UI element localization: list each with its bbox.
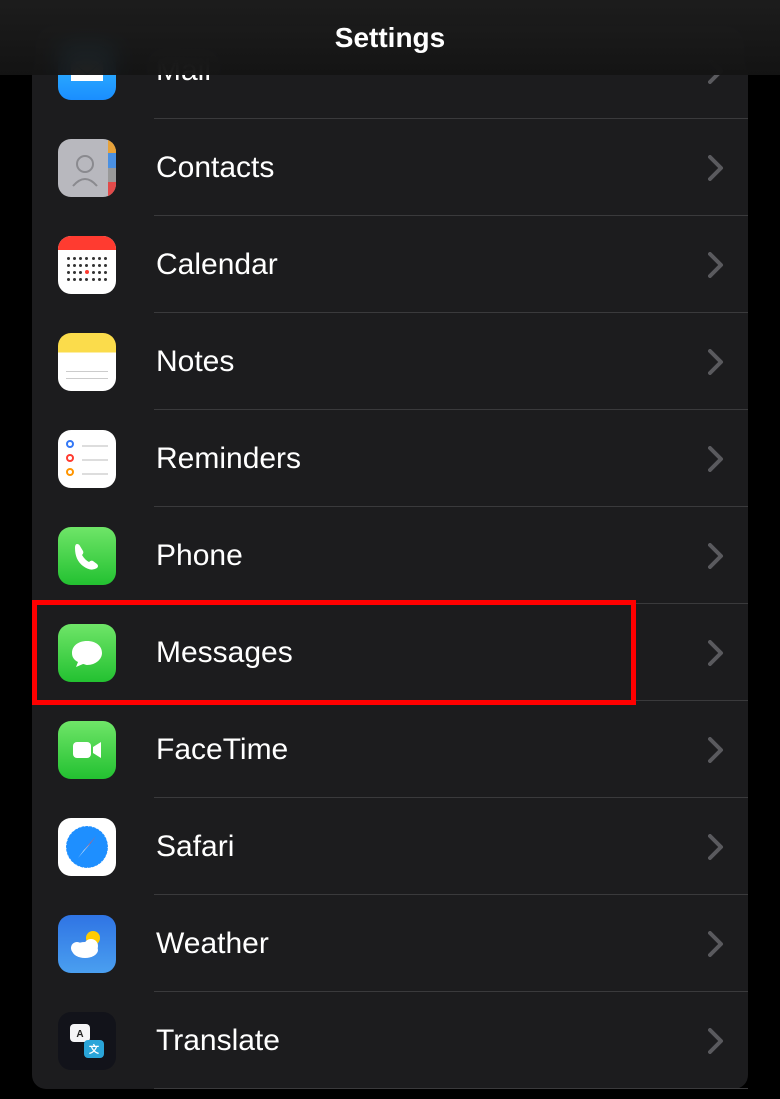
settings-row-messages[interactable]: Messages [32,604,748,701]
settings-row-safari[interactable]: Safari [32,798,748,895]
settings-row-weather[interactable]: Weather [32,895,748,992]
svg-text:文: 文 [89,1043,100,1056]
svg-text:A: A [76,1029,83,1040]
chevron-right-icon [708,446,724,472]
header: Settings [0,0,780,75]
chevron-right-icon [708,543,724,569]
row-label: FaceTime [156,733,708,767]
row-label: Weather [156,927,708,961]
chevron-right-icon [708,834,724,860]
chevron-right-icon [708,737,724,763]
facetime-icon [58,721,116,779]
settings-row-translate[interactable]: A 文 Translate [32,992,748,1089]
separator [154,1088,748,1089]
page-title: Settings [335,22,445,54]
reminders-icon [58,430,116,488]
settings-row-reminders[interactable]: Reminders [32,410,748,507]
chevron-right-icon [708,640,724,666]
contacts-icon [58,139,116,197]
weather-icon [58,915,116,973]
chevron-right-icon [708,252,724,278]
safari-icon [58,818,116,876]
row-label: Safari [156,830,708,864]
chevron-right-icon [708,931,724,957]
notes-icon [58,333,116,391]
phone-icon [58,527,116,585]
row-label: Phone [156,539,708,573]
settings-row-phone[interactable]: Phone [32,507,748,604]
row-label: Reminders [156,442,708,476]
settings-row-calendar[interactable]: Calendar [32,216,748,313]
messages-icon [58,624,116,682]
settings-row-notes[interactable]: Notes [32,313,748,410]
row-label: Translate [156,1024,708,1058]
chevron-right-icon [708,1028,724,1054]
translate-icon: A 文 [58,1012,116,1070]
row-label: Messages [156,636,708,670]
calendar-icon [58,236,116,294]
row-label: Calendar [156,248,708,282]
chevron-right-icon [708,155,724,181]
row-label: Notes [156,345,708,379]
settings-list: Mail Contacts Calendar Notes [32,22,748,1089]
settings-row-contacts[interactable]: Contacts [32,119,748,216]
chevron-right-icon [708,349,724,375]
row-label: Contacts [156,151,708,185]
settings-row-facetime[interactable]: FaceTime [32,701,748,798]
